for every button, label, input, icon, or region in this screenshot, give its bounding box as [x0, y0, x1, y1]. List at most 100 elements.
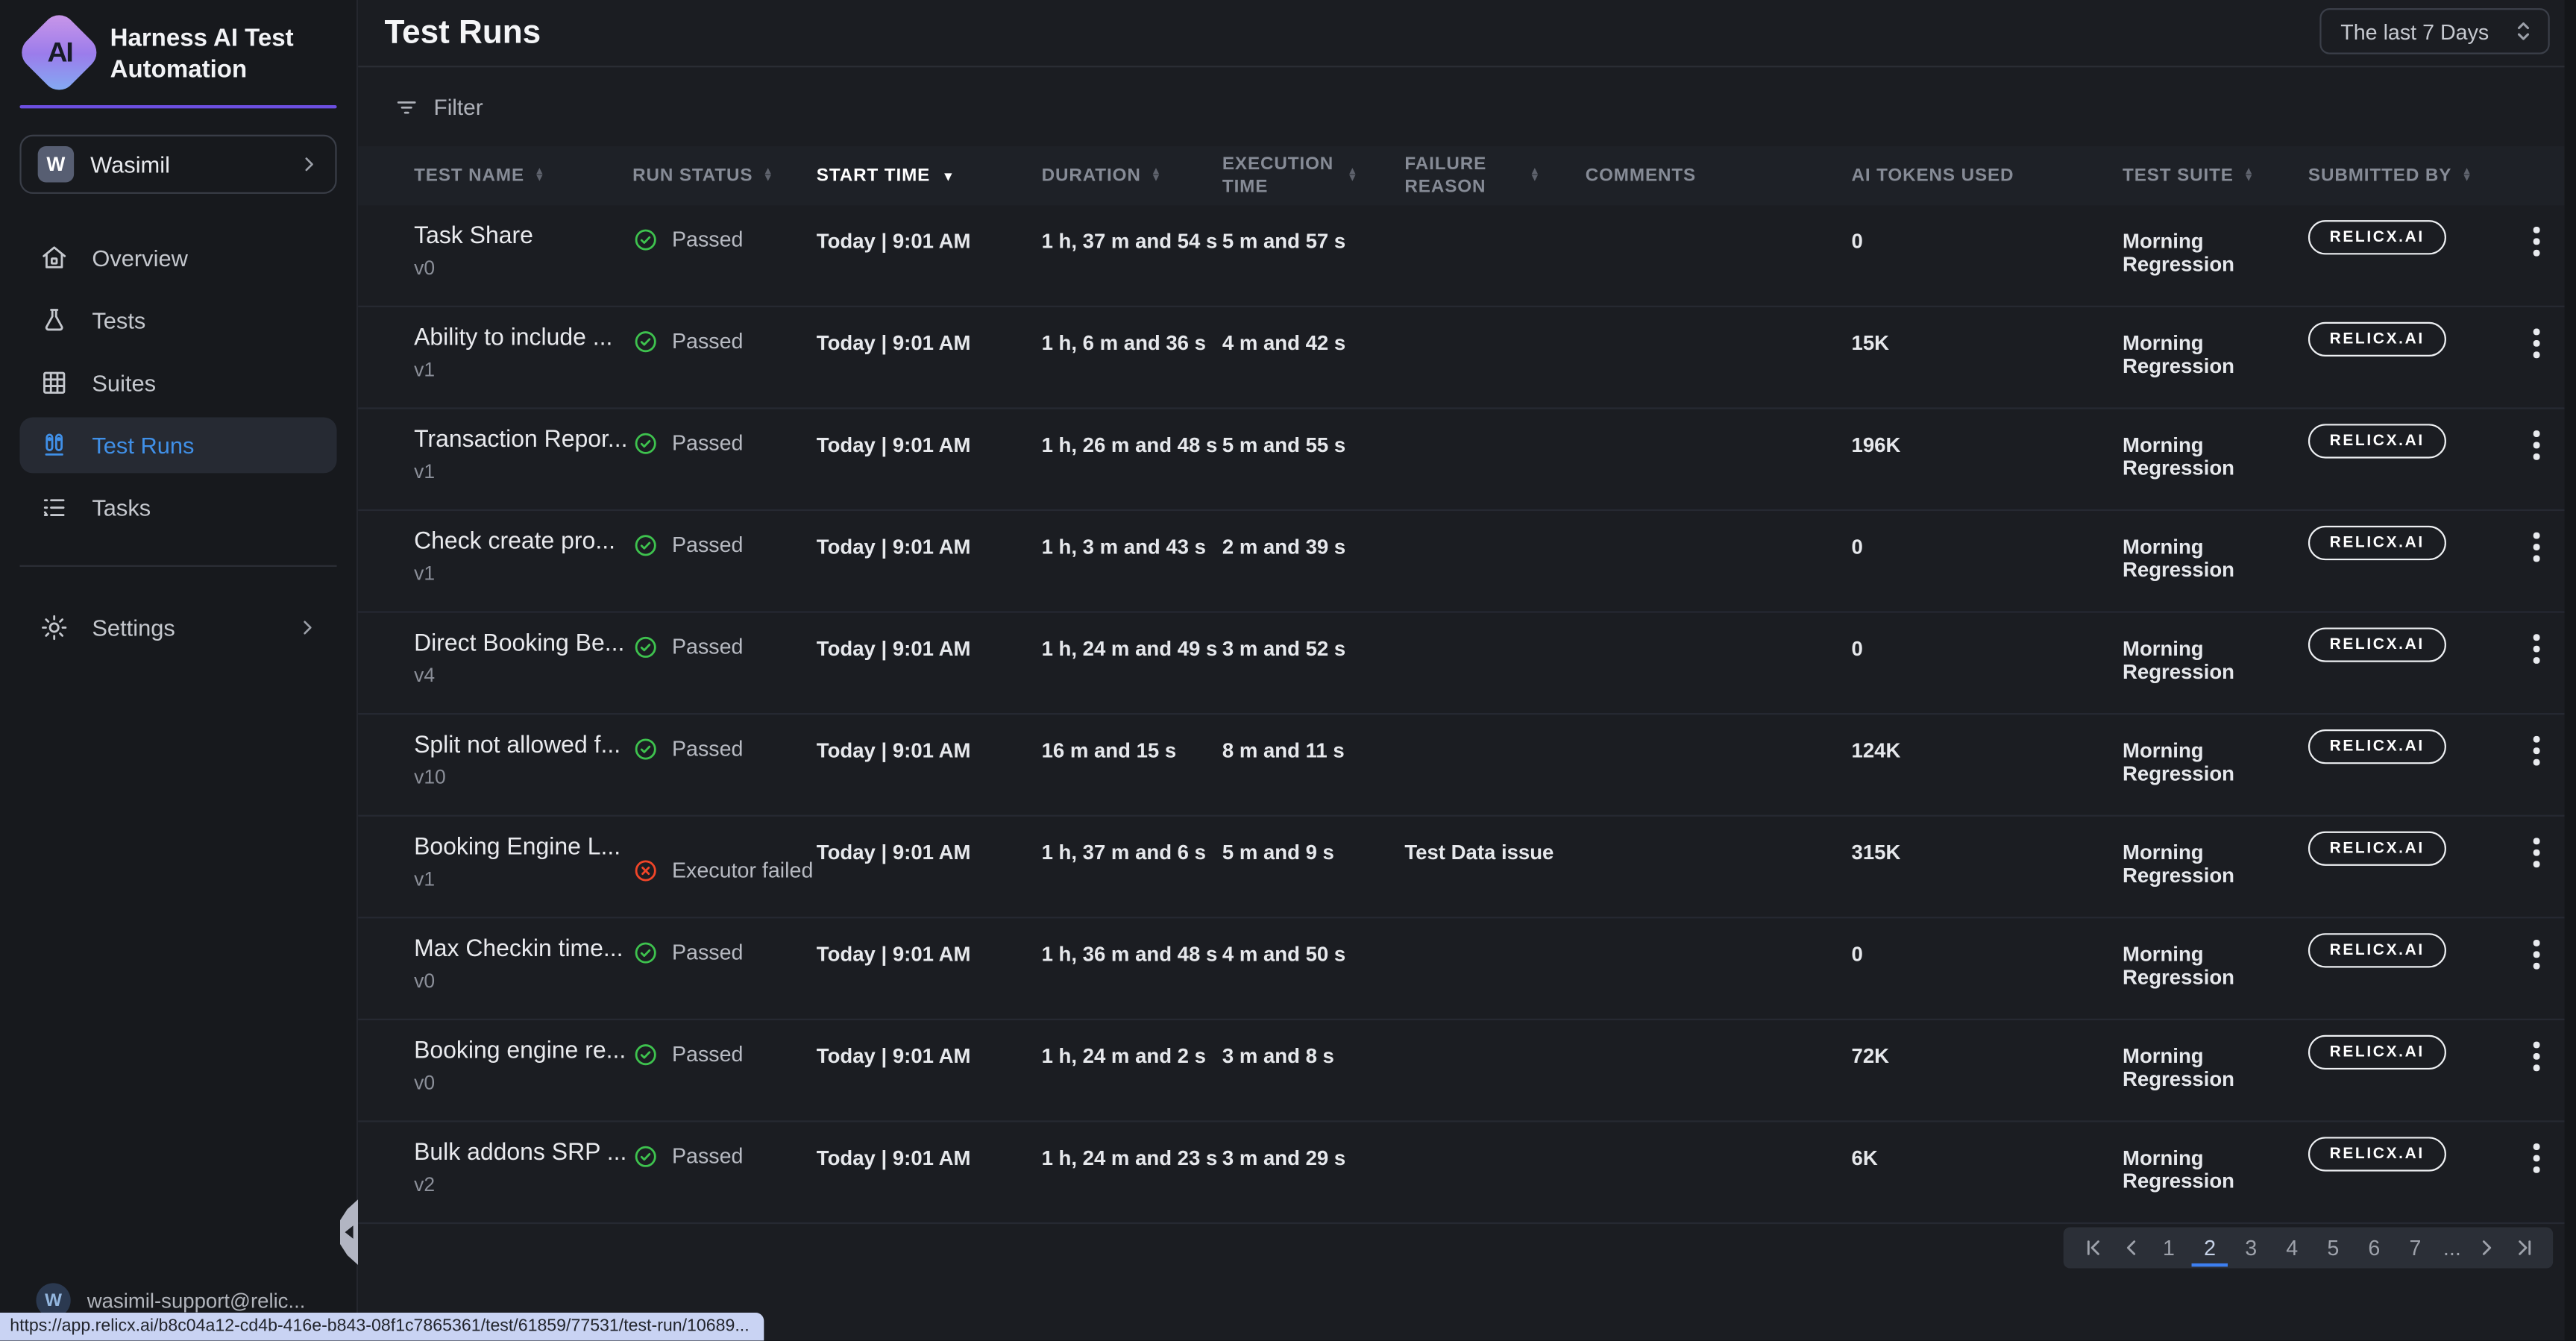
failure-reason-cell — [1404, 715, 1585, 814]
table-row[interactable]: Split not allowed f... v10 Passed Today … — [358, 715, 2576, 817]
chevron-left-icon — [2120, 1237, 2142, 1259]
pagination-page-3[interactable]: 3 — [2238, 1236, 2264, 1260]
kebab-menu-button[interactable] — [2524, 1143, 2550, 1172]
test-name-cell[interactable]: Transaction Repor... v1 — [414, 409, 632, 509]
pagination-page-2[interactable]: 2 — [2196, 1236, 2222, 1260]
pagination-page-1[interactable]: 1 — [2155, 1236, 2181, 1260]
pagination-page-5[interactable]: 5 — [2320, 1236, 2346, 1260]
test-name-cell[interactable]: Bulk addons SRP ... v2 — [414, 1122, 632, 1222]
column-header-execution-time[interactable]: EXECUTION TIME▲▼ — [1222, 152, 1405, 199]
test-name-cell[interactable]: Split not allowed f... v10 — [414, 715, 632, 814]
execution-time-cell: 3 m and 8 s — [1222, 1020, 1405, 1120]
kebab-menu-button[interactable] — [2524, 940, 2550, 969]
duration-cell: 1 h, 36 m and 48 s — [1042, 918, 1222, 1018]
sidebar-item-tests[interactable]: Tests — [19, 292, 336, 348]
run-status-text: Passed — [672, 634, 744, 659]
sidebar-item-overview[interactable]: Overview — [19, 230, 336, 286]
kebab-menu-button[interactable] — [2524, 329, 2550, 358]
sort-icon: ▲▼ — [1530, 169, 1541, 183]
date-range-select[interactable]: The last 7 Days — [2319, 8, 2550, 54]
start-time-cell: Today | 9:01 AM — [817, 1122, 1042, 1222]
start-time-cell: Today | 9:01 AM — [817, 1020, 1042, 1120]
test-suite-cell: Morning Regression — [2123, 715, 2308, 814]
failure-reason-cell — [1404, 511, 1585, 611]
table-row[interactable]: Booking engine re... v0 Passed Today | 9… — [358, 1020, 2576, 1122]
comments-cell — [1586, 409, 1852, 509]
test-name-cell[interactable]: Booking engine re... v0 — [414, 1020, 632, 1120]
workspace-selector[interactable]: W Wasimil — [19, 135, 336, 194]
submitted-by-cell: RELICX.AI — [2308, 1122, 2504, 1222]
column-header-test-name[interactable]: TEST NAME▲▼ — [414, 166, 632, 185]
pagination-page-6[interactable]: 6 — [2361, 1236, 2387, 1260]
column-header-failure-reason[interactable]: FAILURE REASON▲▼ — [1404, 152, 1585, 199]
test-name-cell[interactable]: Booking Engine L... v1 — [414, 817, 632, 917]
failed-x-icon — [632, 858, 659, 884]
sidebar-nav: Overview Tests Suites Test Runs Tasks — [0, 230, 356, 536]
kebab-menu-button[interactable] — [2524, 1042, 2550, 1071]
run-status-cell: Passed — [632, 613, 817, 713]
comments-cell — [1586, 715, 1852, 814]
column-header-run-status[interactable]: RUN STATUS▲▼ — [632, 166, 817, 185]
table-row[interactable]: Max Checkin time... v0 Passed Today | 9:… — [358, 918, 2576, 1020]
column-header-submitted-by[interactable]: SUBMITTED BY▲▼ — [2308, 166, 2504, 185]
column-header-start-time[interactable]: START TIME▼ — [817, 166, 1042, 185]
ai-tokens-cell: 6K — [1852, 1122, 2123, 1222]
ai-tokens-cell: 315K — [1852, 817, 2123, 917]
sidebar-item-tasks[interactable]: Tasks — [19, 480, 336, 536]
kebab-menu-button[interactable] — [2524, 838, 2550, 867]
test-name-cell[interactable]: Direct Booking Be... v4 — [414, 613, 632, 713]
table-row[interactable]: Booking Engine L... v1 Executor failed T… — [358, 817, 2576, 919]
table-row[interactable]: Direct Booking Be... v4 Passed Today | 9… — [358, 613, 2576, 715]
scrollbar-track[interactable] — [2565, 0, 2576, 1340]
table-row[interactable]: Check create pro... v1 Passed Today | 9:… — [358, 511, 2576, 613]
pagination-last-button[interactable] — [2510, 1227, 2536, 1268]
last-page-icon — [2513, 1237, 2534, 1259]
pagination-prev-button[interactable] — [2118, 1227, 2144, 1268]
test-name-cell[interactable]: Ability to include ... v1 — [414, 307, 632, 407]
table-row[interactable]: Transaction Repor... v1 Passed Today | 9… — [358, 409, 2576, 511]
chevron-right-icon — [298, 618, 317, 637]
kebab-menu-button[interactable] — [2524, 533, 2550, 562]
test-name-cell[interactable]: Check create pro... v1 — [414, 511, 632, 611]
kebab-menu-button[interactable] — [2524, 227, 2550, 256]
sort-icon: ▲▼ — [763, 169, 774, 183]
filter-button[interactable]: Filter — [358, 67, 2576, 146]
settings-label: Settings — [92, 615, 175, 641]
pagination-page-4[interactable]: 4 — [2279, 1236, 2305, 1260]
test-name-cell[interactable]: Task Share v0 — [414, 205, 632, 305]
sidebar-item-suites[interactable]: Suites — [19, 355, 336, 411]
pagination-page-7[interactable]: 7 — [2402, 1236, 2428, 1260]
run-status-text: Passed — [672, 1143, 744, 1168]
kebab-menu-button[interactable] — [2524, 634, 2550, 663]
run-status-cell: Passed — [632, 307, 817, 407]
app-logo-icon: AI — [15, 8, 103, 96]
pagination-next-button[interactable] — [2472, 1227, 2498, 1268]
table-row[interactable]: Ability to include ... v1 Passed Today |… — [358, 307, 2576, 409]
column-header-comments[interactable]: COMMENTS — [1586, 166, 1852, 185]
pagination-first-button[interactable] — [2080, 1227, 2106, 1268]
pagination-ellipsis: ... — [2443, 1236, 2461, 1260]
test-version: v10 — [414, 766, 632, 789]
test-version: v0 — [414, 970, 632, 993]
column-header-test-suite[interactable]: TEST SUITE▲▼ — [2123, 166, 2308, 185]
comments-cell — [1586, 511, 1852, 611]
sidebar-item-settings[interactable]: Settings — [19, 600, 336, 656]
test-name-cell[interactable]: Max Checkin time... v0 — [414, 918, 632, 1018]
passed-check-icon — [632, 940, 659, 966]
test-name: Bulk addons SRP ... — [414, 1140, 632, 1166]
run-status-cell: Passed — [632, 1020, 817, 1120]
start-time-cell: Today | 9:01 AM — [817, 613, 1042, 713]
ai-tokens-cell: 15K — [1852, 307, 2123, 407]
first-page-icon — [2082, 1237, 2104, 1259]
execution-time-cell: 2 m and 39 s — [1222, 511, 1405, 611]
column-header-duration[interactable]: DURATION▲▼ — [1042, 166, 1222, 185]
test-name: Booking engine re... — [414, 1038, 632, 1064]
table-row[interactable]: Task Share v0 Passed Today | 9:01 AM 1 h… — [358, 205, 2576, 307]
sidebar-item-test-runs[interactable]: Test Runs — [19, 418, 336, 474]
column-header-ai-tokens-used[interactable]: AI TOKENS USED — [1852, 166, 2123, 185]
tasks-icon — [40, 493, 69, 523]
execution-time-cell: 4 m and 50 s — [1222, 918, 1405, 1018]
kebab-menu-button[interactable] — [2524, 736, 2550, 765]
kebab-menu-button[interactable] — [2524, 430, 2550, 459]
table-row[interactable]: Bulk addons SRP ... v2 Passed Today | 9:… — [358, 1122, 2576, 1225]
